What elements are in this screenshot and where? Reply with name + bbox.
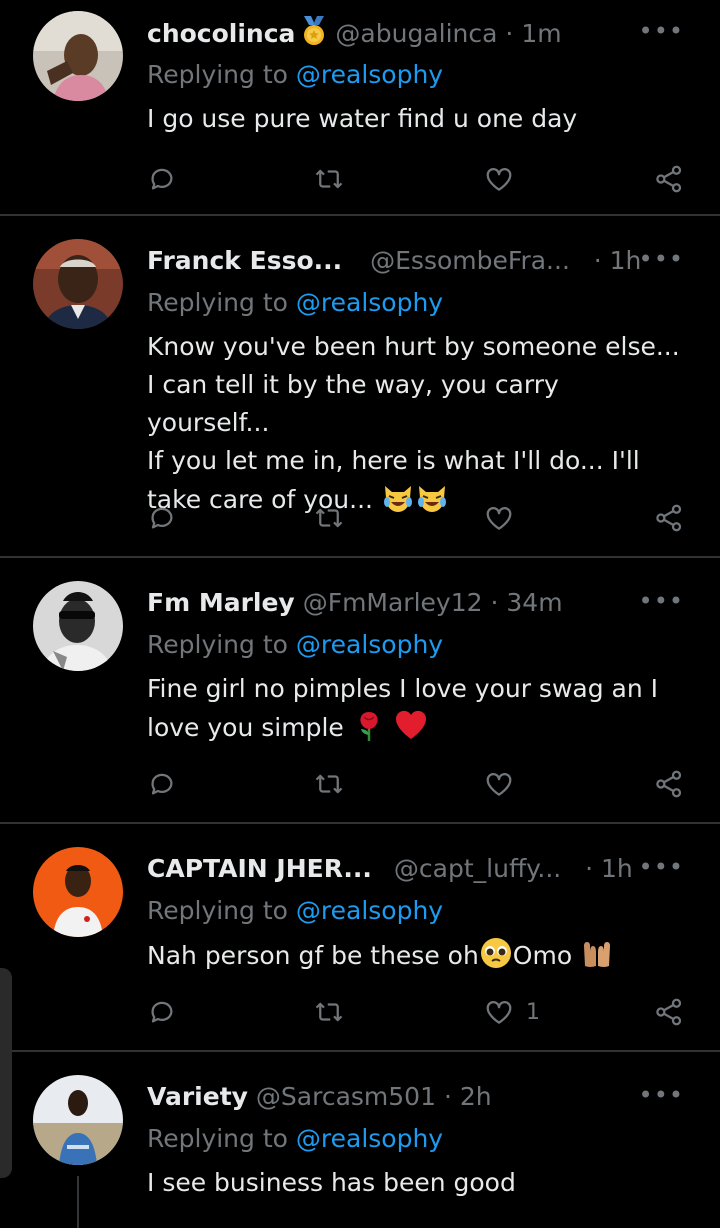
- retweet-icon: [314, 164, 344, 194]
- tweet-actions: 1: [147, 992, 692, 1032]
- like-icon: [484, 503, 514, 533]
- more-icon[interactable]: •••: [639, 16, 684, 46]
- divider: [0, 1050, 720, 1052]
- rose-emoji-icon: [352, 708, 386, 742]
- display-name[interactable]: Franck Esso...: [147, 246, 342, 275]
- scroll-handle[interactable]: [0, 968, 12, 1178]
- palms-up-together-emoji-icon: [580, 936, 614, 970]
- timestamp[interactable]: 1h: [610, 246, 642, 275]
- display-name[interactable]: CAPTAIN JHER...: [147, 854, 372, 883]
- retweet-button[interactable]: [314, 498, 344, 538]
- tweet-actions: [147, 159, 692, 199]
- reply-icon: [147, 997, 177, 1027]
- retweet-icon: [314, 997, 344, 1027]
- retweet-icon: [314, 769, 344, 799]
- avatar[interactable]: [33, 11, 123, 101]
- tweet-actions: [147, 498, 692, 538]
- more-icon[interactable]: •••: [639, 852, 684, 882]
- mention-link[interactable]: @realsophy: [296, 1124, 443, 1153]
- reply-button[interactable]: [147, 159, 177, 199]
- timestamp[interactable]: 1m: [521, 19, 561, 48]
- reply-button[interactable]: [147, 498, 177, 538]
- display-name[interactable]: chocolinca: [147, 19, 295, 48]
- gold-medal-badge-icon: [301, 16, 327, 46]
- share-icon: [654, 997, 684, 1027]
- like-button[interactable]: [484, 159, 526, 199]
- more-icon[interactable]: •••: [639, 244, 684, 274]
- like-icon: [484, 997, 514, 1027]
- tweet-header: Fm Marley @FmMarley12 · 34m: [147, 586, 667, 620]
- tweet-header: chocolinca @abugalinca · 1m: [147, 16, 667, 50]
- timestamp[interactable]: 1h: [601, 854, 633, 883]
- share-button[interactable]: [654, 159, 684, 199]
- retweet-button[interactable]: [314, 992, 344, 1032]
- like-button[interactable]: [484, 498, 526, 538]
- timestamp[interactable]: 34m: [506, 588, 562, 617]
- share-button[interactable]: [654, 498, 684, 538]
- reply-icon: [147, 164, 177, 194]
- divider: [0, 214, 720, 216]
- tweet-header: Franck Esso... @EssombeFra... · 1h: [147, 244, 667, 278]
- avatar[interactable]: [33, 1075, 123, 1165]
- replying-to: Replying to @realsophy: [147, 630, 444, 659]
- pleading-face-emoji-icon: [479, 936, 513, 970]
- display-name[interactable]: Variety: [147, 1082, 248, 1111]
- separator: ·: [593, 246, 602, 275]
- avatar[interactable]: [33, 239, 123, 329]
- like-button[interactable]: 1: [484, 992, 540, 1032]
- divider: [0, 822, 720, 824]
- retweet-button[interactable]: [314, 764, 344, 804]
- mention-link[interactable]: @realsophy: [296, 630, 443, 659]
- separator: ·: [585, 854, 594, 883]
- like-icon: [484, 769, 514, 799]
- reply-button[interactable]: [147, 764, 177, 804]
- share-icon: [654, 769, 684, 799]
- tweet-text: I go use pure water find u one day: [147, 104, 578, 133]
- divider: [0, 556, 720, 558]
- user-handle[interactable]: @Sarcasm501: [256, 1082, 436, 1111]
- more-icon[interactable]: •••: [639, 1080, 684, 1110]
- reply-icon: [147, 503, 177, 533]
- tweet-header: CAPTAIN JHER... @capt_luffy... · 1h: [147, 852, 667, 886]
- reply-button[interactable]: [147, 992, 177, 1032]
- tweet-text: Know you've been hurt by someone else...…: [147, 332, 680, 514]
- separator: ·: [443, 1082, 452, 1111]
- avatar[interactable]: [33, 847, 123, 937]
- avatar[interactable]: [33, 581, 123, 671]
- user-handle[interactable]: @EssombeFra...: [370, 246, 570, 275]
- tweet-text: Fine girl no pimples I love your swag an…: [147, 674, 659, 742]
- like-button[interactable]: [484, 764, 526, 804]
- user-handle[interactable]: @FmMarley12: [303, 588, 483, 617]
- reply-icon: [147, 769, 177, 799]
- tweet-text: Nah person gf be these oh Omo: [147, 936, 687, 975]
- tweet-text: I see business has been good: [147, 1168, 516, 1197]
- share-button[interactable]: [654, 992, 684, 1032]
- retweet-icon: [314, 503, 344, 533]
- thread-line: [77, 1176, 79, 1228]
- red-heart-emoji-icon: [394, 708, 428, 742]
- mention-link[interactable]: @realsophy: [296, 288, 443, 317]
- timestamp[interactable]: 2h: [460, 1082, 492, 1111]
- tweet-header: Variety @Sarcasm501 · 2h: [147, 1080, 667, 1114]
- replying-to: Replying to @realsophy: [147, 896, 444, 925]
- share-icon: [654, 164, 684, 194]
- display-name[interactable]: Fm Marley: [147, 588, 295, 617]
- user-handle[interactable]: @capt_luffy...: [394, 854, 561, 883]
- like-icon: [484, 164, 514, 194]
- like-count: 1: [526, 999, 540, 1025]
- separator: ·: [505, 19, 514, 48]
- share-icon: [654, 503, 684, 533]
- tweet-actions: [147, 764, 692, 804]
- share-button[interactable]: [654, 764, 684, 804]
- mention-link[interactable]: @realsophy: [296, 896, 443, 925]
- user-handle[interactable]: @abugalinca: [335, 19, 497, 48]
- replying-to: Replying to @realsophy: [147, 288, 444, 317]
- mention-link[interactable]: @realsophy: [296, 60, 443, 89]
- replying-to: Replying to @realsophy: [147, 60, 444, 89]
- more-icon[interactable]: •••: [639, 586, 684, 616]
- separator: ·: [490, 588, 499, 617]
- replying-to: Replying to @realsophy: [147, 1124, 444, 1153]
- retweet-button[interactable]: [314, 159, 344, 199]
